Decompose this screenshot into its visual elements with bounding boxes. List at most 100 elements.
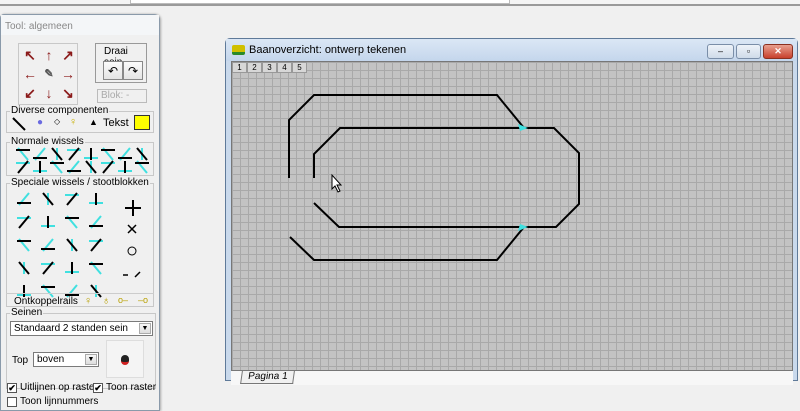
turnout-icon[interactable]: [88, 215, 104, 229]
uitlijnen-checkbox[interactable]: ✔ Uitlijnen op raster: [7, 382, 98, 393]
uncoupler-down-icon[interactable]: ♁: [102, 295, 110, 307]
rotate-signal-group: Draai sein ↶ ↷: [95, 43, 147, 83]
arrow-w-icon[interactable]: ←: [23, 67, 37, 81]
seinen-label: Seinen: [10, 307, 44, 319]
speciale-wissels: Speciale wissels / stootblokken: [6, 177, 154, 307]
arrow-s-icon[interactable]: ↓: [42, 86, 56, 100]
chevron-down-icon[interactable]: ▼: [139, 323, 151, 334]
arrow-e-icon[interactable]: →: [61, 67, 75, 81]
line-tool-icon[interactable]: [12, 117, 26, 131]
turnout-icon[interactable]: [16, 192, 32, 206]
turnout-icon[interactable]: [16, 238, 32, 252]
turnout-icon[interactable]: [134, 160, 150, 174]
turnout-icon[interactable]: [32, 147, 48, 161]
turnout-icon[interactable]: [117, 160, 133, 174]
turnout-icon[interactable]: [100, 160, 116, 174]
move-arrows: ↖ ↑ ↗ ← ✎ → ↙ ↓ ↘: [18, 43, 78, 105]
toon-raster-box[interactable]: ✔: [93, 382, 103, 393]
arrow-nw-icon[interactable]: ↖: [23, 48, 37, 62]
turnout-icon[interactable]: [40, 192, 56, 206]
top-label: Top: [12, 355, 29, 366]
speciale-label: Speciale wissels / stootblokken: [10, 177, 150, 189]
turnout-icon[interactable]: [64, 238, 80, 252]
top-select[interactable]: boven ▼: [33, 352, 99, 367]
inner-track: [313, 127, 580, 228]
turnout-icon[interactable]: [40, 215, 56, 229]
turnout-icon[interactable]: [88, 238, 104, 252]
marker-icon[interactable]: ●: [37, 117, 43, 128]
mouse-cursor-icon: [331, 173, 343, 193]
uncoupler-up-icon[interactable]: ♀: [84, 295, 92, 307]
uncoupler-right-icon[interactable]: –o: [138, 295, 148, 305]
seinen-group: Seinen Standaard 2 standen sein ▼ Top bov…: [6, 307, 156, 389]
ontkoppel-label: Ontkoppelrails: [14, 296, 78, 307]
sein-type-value: Standaard 2 standen sein: [14, 323, 128, 334]
turnout-icon[interactable]: [117, 147, 133, 161]
diamond-icon[interactable]: ◇: [54, 117, 60, 126]
turnout-icon[interactable]: [64, 192, 80, 206]
turnout-icon[interactable]: [15, 160, 31, 174]
page-tab-bar: Pagina 1: [231, 371, 793, 385]
window-title: Baanoverzicht: ontwerp tekenen: [249, 44, 407, 56]
arrow-sw-icon[interactable]: ↙: [23, 86, 37, 100]
background-window-edge: [0, 0, 800, 6]
train-icon: [232, 45, 245, 55]
turnout-icon[interactable]: [64, 261, 80, 275]
arrow-se-icon[interactable]: ↘: [61, 86, 75, 100]
uitlijnen-box[interactable]: ✔: [7, 382, 17, 393]
track-layout[interactable]: [232, 62, 794, 372]
turnout-icon[interactable]: [49, 160, 65, 174]
maximize-button[interactable]: ▫: [736, 44, 761, 59]
lijnnummers-box[interactable]: [7, 396, 17, 407]
lijnnummers-label: Toon lijnnummers: [20, 396, 99, 407]
outer-track-top: [288, 94, 525, 178]
switch-top: [518, 124, 528, 131]
bumper-icons[interactable]: [123, 199, 143, 289]
top-value: boven: [37, 354, 65, 365]
lamp-icon[interactable]: ♀: [69, 116, 77, 128]
signal-light-icon: [121, 355, 129, 365]
arrow-ne-icon[interactable]: ↗: [61, 48, 75, 62]
uncoupler-left-icon[interactable]: o–: [118, 295, 128, 305]
diverse-componenten: Diverse componenten ● ◇ ♀ ▲ Tekst: [6, 105, 154, 133]
switch-bottom: [518, 224, 528, 231]
triangle-icon[interactable]: ▲: [89, 117, 98, 127]
minimize-button[interactable]: –: [707, 44, 734, 59]
turnout-icon[interactable]: [66, 160, 82, 174]
baanoverzicht-window: Baanoverzicht: ontwerp tekenen – ▫ ✕ 123…: [225, 38, 798, 385]
close-button[interactable]: ✕: [763, 44, 793, 59]
track-canvas[interactable]: 12345: [231, 61, 793, 371]
chevron-down-icon[interactable]: ▼: [85, 354, 97, 365]
turnout-icon[interactable]: [66, 147, 82, 161]
palette-title: Tool: algemeen: [1, 15, 159, 35]
turnout-icon[interactable]: [64, 215, 80, 229]
arrow-n-icon[interactable]: ↑: [42, 48, 56, 62]
tool-palette: Tool: algemeen ↖ ↑ ↗ ← ✎ → ↙ ↓ ↘ Draai s…: [0, 14, 160, 411]
pointer-tool-icon[interactable]: ✎: [42, 67, 56, 81]
turnout-icon[interactable]: [40, 261, 56, 275]
rotate-right-button[interactable]: ↷: [123, 61, 143, 80]
normale-wissels: Normale wissels: [6, 136, 154, 176]
turnout-icon[interactable]: [16, 261, 32, 275]
turnout-icon[interactable]: [83, 147, 99, 161]
turnout-icon[interactable]: [83, 160, 99, 174]
color-swatch[interactable]: [134, 115, 150, 130]
toon-raster-label: Toon raster: [106, 382, 157, 393]
turnout-icon[interactable]: [40, 238, 56, 252]
tekst-tool[interactable]: Tekst: [103, 117, 129, 129]
turnout-icon[interactable]: [16, 215, 32, 229]
turnout-icon[interactable]: [88, 261, 104, 275]
turnout-icon[interactable]: [88, 192, 104, 206]
turnout-icon[interactable]: [134, 147, 150, 161]
lijnnummers-checkbox[interactable]: Toon lijnnummers: [7, 396, 98, 407]
blok-field: Blok: -: [97, 89, 147, 103]
toon-raster-checkbox[interactable]: ✔ Toon raster: [93, 382, 156, 393]
turnout-icon[interactable]: [32, 160, 48, 174]
uitlijnen-label: Uitlijnen op raster: [20, 382, 98, 393]
turnout-icon[interactable]: [100, 147, 116, 161]
turnout-icon[interactable]: [49, 147, 65, 161]
rotate-left-button[interactable]: ↶: [103, 61, 123, 80]
tab-pagina-1[interactable]: Pagina 1: [240, 371, 296, 384]
turnout-icon[interactable]: [15, 147, 31, 161]
sein-type-select[interactable]: Standaard 2 standen sein ▼: [10, 321, 153, 336]
